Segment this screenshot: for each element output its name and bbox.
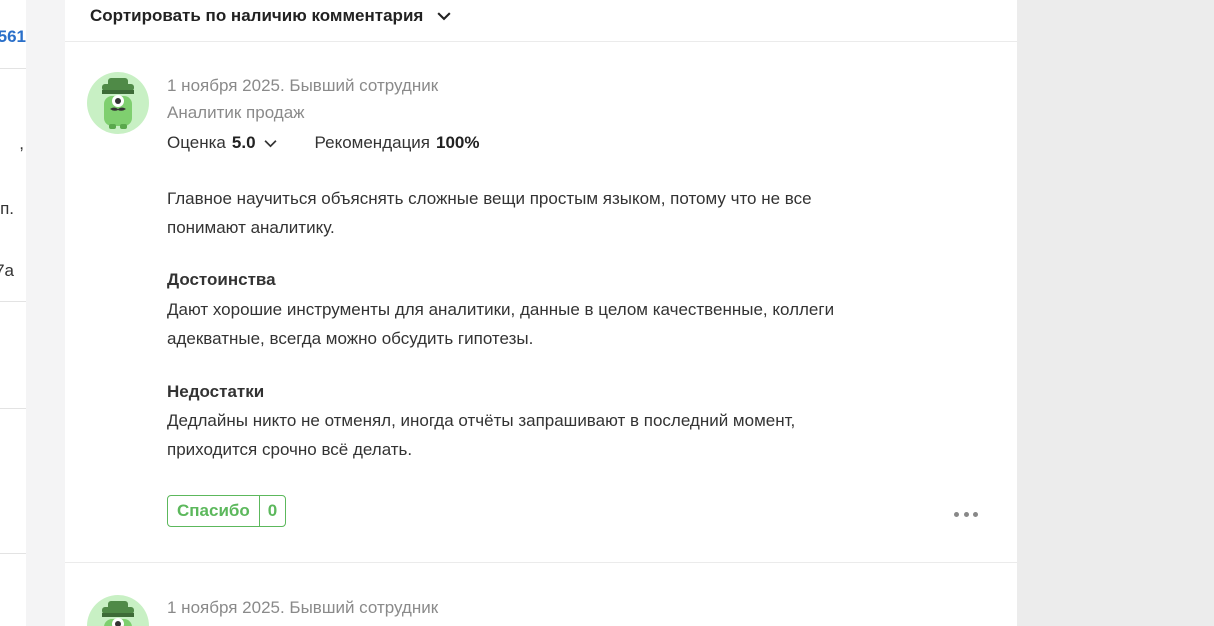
anonymous-spy-avatar-icon xyxy=(87,595,149,626)
divider xyxy=(0,408,26,409)
review-position: Аналитик продаж xyxy=(167,103,305,122)
chevron-down-icon xyxy=(437,12,451,21)
cons-text: Дедлайны никто не отменял, иногда отчёты… xyxy=(167,411,796,459)
rating-dropdown[interactable]: Оценка 5.0 xyxy=(167,133,277,153)
cons-title: Недостатки xyxy=(167,382,265,401)
sort-label: Сортировать по наличию комментария xyxy=(90,6,424,25)
review-card: 1 ноября 2025. Бывший сотрудник Аналитик… xyxy=(65,42,1017,563)
reviews-panel: Сортировать по наличию комментария 1 ноя… xyxy=(65,0,1017,626)
sort-bar: Сортировать по наличию комментария xyxy=(65,0,1017,42)
more-dots-icon[interactable] xyxy=(954,510,978,518)
left-fragment-text: 7а xyxy=(0,261,14,280)
left-gap xyxy=(26,0,47,626)
rating-row: Оценка 5.0 Рекомендация 100% xyxy=(167,133,480,153)
review-meta: 1 ноября 2025. Бывший сотрудник xyxy=(167,76,439,95)
left-fragment-link[interactable]: 561 xyxy=(0,27,26,47)
left-fragment-text: п. xyxy=(0,199,14,218)
right-panel xyxy=(1017,0,1214,626)
pros-text: Дают хорошие инструменты для аналитики, … xyxy=(167,300,835,348)
left-fragment-text: , xyxy=(19,134,24,153)
chevron-down-icon xyxy=(264,139,277,147)
rating-value: 5.0 xyxy=(231,133,256,152)
thanks-button[interactable]: Спасибо 0 xyxy=(167,495,287,527)
recommendation-label: Рекомендация xyxy=(314,133,431,152)
review-meta: 1 ноября 2025. Бывший сотрудник xyxy=(167,598,439,617)
pros-title: Достоинства xyxy=(167,270,276,289)
sort-dropdown[interactable]: Сортировать по наличию комментария xyxy=(90,5,451,27)
recommendation-value: 100% xyxy=(436,133,480,152)
divider xyxy=(0,553,26,554)
divider xyxy=(0,301,26,302)
review-summary: Главное научиться объяснять сложные вещи… xyxy=(167,189,812,237)
rating-label: Оценка xyxy=(167,133,226,152)
anonymous-spy-avatar-icon xyxy=(87,72,149,134)
divider xyxy=(0,68,26,69)
thanks-label: Спасибо xyxy=(168,496,260,526)
thanks-count: 0 xyxy=(267,501,278,520)
review-card: 1 ноября 2025. Бывший сотрудник xyxy=(65,563,1017,626)
